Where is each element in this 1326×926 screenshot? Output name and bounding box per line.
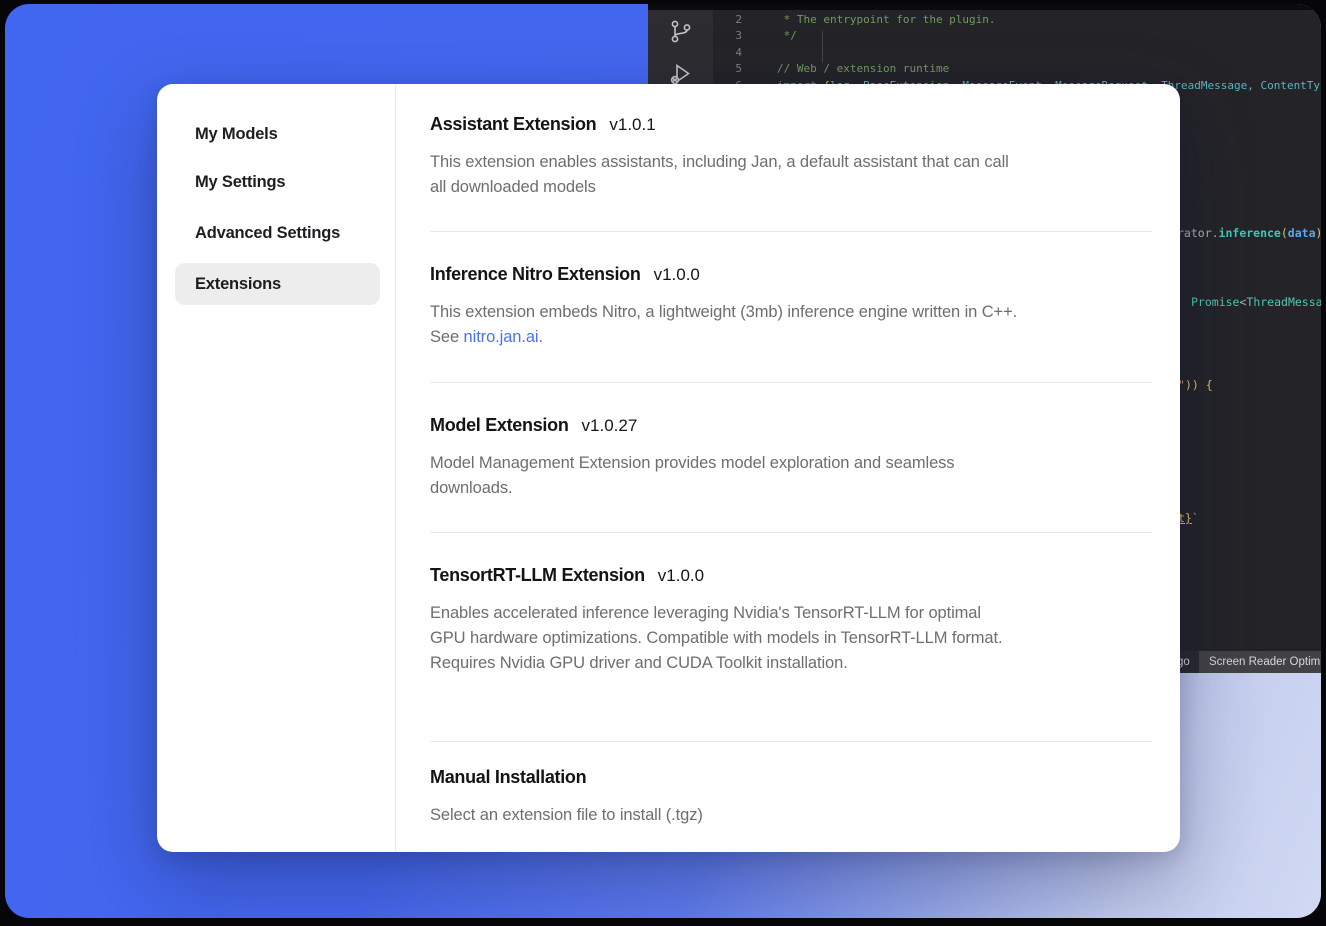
line-number: 3 (713, 28, 757, 44)
extension-name: Model Extension (430, 415, 569, 436)
line-number: 4 (713, 45, 757, 61)
code-fragment: rator.inference(data)); (1177, 226, 1321, 240)
code-text: * The entrypoint for the plugin. (777, 12, 996, 28)
run-debug-icon[interactable] (667, 60, 694, 87)
screenshot-frame: 2 * The entrypoint for the plugin. 3 */ … (0, 0, 1326, 926)
extension-description: This extension embeds Nitro, a lightweig… (430, 300, 1018, 350)
manual-installation-title: Manual Installation (430, 767, 586, 788)
manual-installation-description: Select an extension file to install (.tg… (430, 803, 1018, 828)
desktop-wallpaper: 2 * The entrypoint for the plugin. 3 */ … (5, 4, 1321, 918)
extension-description: Model Management Extension provides mode… (430, 451, 1018, 501)
code-line: 4 (713, 45, 1321, 61)
extension-title-row: Assistant Extension v1.0.1 (430, 114, 656, 135)
code-line: 2 * The entrypoint for the plugin. (713, 12, 1321, 28)
extension-description: Enables accelerated inference leveraging… (430, 601, 1018, 677)
extension-title-row: TensortRT-LLM Extension v1.0.0 (430, 565, 704, 586)
line-number: 5 (713, 61, 757, 77)
source-control-icon[interactable] (667, 18, 694, 45)
settings-sidebar: My Models My Settings Advanced Settings … (157, 84, 395, 852)
sidebar-item-my-models[interactable]: My Models (175, 113, 380, 155)
extension-name: TensortRT-LLM Extension (430, 565, 645, 586)
extension-version: v1.0.1 (609, 115, 655, 135)
row-divider (430, 382, 1152, 383)
code-line: 3 */ (713, 28, 1321, 44)
sidebar-item-my-settings[interactable]: My Settings (175, 161, 380, 203)
extension-version: v1.0.0 (658, 566, 704, 586)
extension-title-row: Inference Nitro Extension v1.0.0 (430, 264, 700, 285)
extension-version: v1.0.27 (582, 416, 638, 436)
row-divider (430, 532, 1152, 533)
code-fragment: ")) { (1178, 378, 1213, 392)
extension-name: Assistant Extension (430, 114, 596, 135)
screen-reader-status-item[interactable]: Screen Reader Optimized (1199, 651, 1321, 673)
code-fragment: t}` (1178, 511, 1199, 525)
extension-name: Inference Nitro Extension (430, 264, 641, 285)
row-divider (430, 231, 1152, 232)
line-number: 2 (713, 12, 757, 28)
row-divider (430, 741, 1152, 742)
nitro-jan-ai-link[interactable]: nitro.jan.ai. (464, 328, 543, 346)
code-line: 5 // Web / extension runtime (713, 61, 1321, 77)
manual-installation-title-row: Manual Installation (430, 767, 586, 788)
extension-title-row: Model Extension v1.0.27 (430, 415, 637, 436)
settings-modal: My Models My Settings Advanced Settings … (157, 84, 1180, 852)
indent-guide (822, 31, 823, 63)
sidebar-item-extensions[interactable]: Extensions (175, 263, 380, 305)
code-fragment: Promise<ThreadMessage> (1191, 295, 1321, 309)
code-text: */ (777, 28, 797, 44)
sidebar-item-advanced-settings[interactable]: Advanced Settings (175, 212, 380, 254)
extensions-list: Assistant Extension v1.0.1 This extensio… (395, 84, 1180, 852)
code-text: // Web / extension runtime (777, 61, 949, 77)
extension-description: This extension enables assistants, inclu… (430, 150, 1018, 200)
extension-version: v1.0.0 (654, 265, 700, 285)
